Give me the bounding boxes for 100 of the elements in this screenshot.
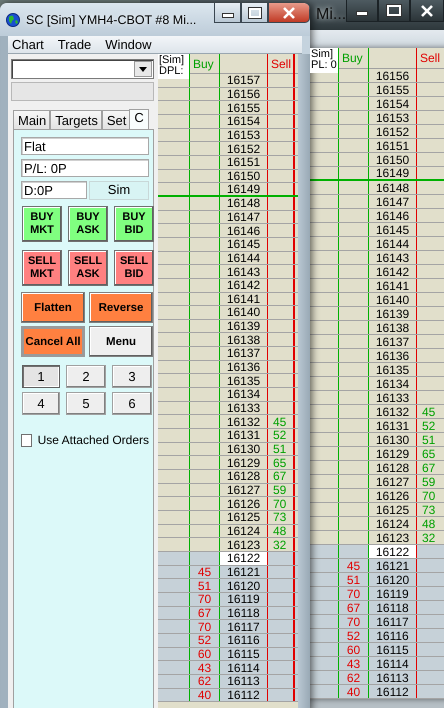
price-cell[interactable]: 16129: [376, 448, 410, 460]
price-cell[interactable]: 16128: [226, 470, 260, 482]
price-cell[interactable]: 16140: [226, 306, 260, 318]
action-button[interactable]: Reverse: [89, 292, 153, 323]
preset-button[interactable]: 5: [66, 392, 106, 415]
price-cell[interactable]: 16120: [226, 580, 260, 592]
price-cell[interactable]: 16119: [376, 588, 409, 600]
price-cell[interactable]: 16138: [376, 322, 410, 334]
price-cell[interactable]: 16112: [227, 688, 260, 701]
price-cell[interactable]: 16137: [376, 336, 410, 348]
action-button[interactable]: Cancel All: [21, 326, 85, 357]
price-cell[interactable]: 16133: [226, 402, 260, 414]
price-cell[interactable]: 16116: [227, 634, 260, 646]
price-cell[interactable]: 16117: [376, 616, 409, 628]
price-cell[interactable]: 16155: [226, 102, 260, 114]
price-cell[interactable]: 16113: [376, 672, 409, 684]
order-button[interactable]: SELL BID: [114, 250, 154, 286]
price-cell[interactable]: 16154: [376, 98, 410, 110]
price-cell[interactable]: 16130: [376, 434, 410, 446]
price-cell[interactable]: 16121: [226, 566, 260, 578]
price-cell[interactable]: 16123: [226, 538, 260, 551]
price-cell[interactable]: 16135: [376, 364, 410, 376]
price-cell[interactable]: 16114: [376, 658, 409, 670]
price-cell[interactable]: 16139: [376, 308, 410, 320]
price-cell[interactable]: 16144: [376, 238, 410, 250]
price-cell[interactable]: 16154: [226, 115, 260, 128]
price-cell[interactable]: 16129: [226, 456, 260, 469]
menu-item[interactable]: Chart: [12, 37, 44, 52]
price-cell[interactable]: 16118: [227, 606, 260, 619]
menu-item[interactable]: Window: [105, 37, 152, 52]
price-cell[interactable]: 16121: [376, 560, 410, 572]
price-cell[interactable]: 16145: [226, 238, 260, 250]
price-cell[interactable]: 16114: [227, 662, 260, 674]
price-cell[interactable]: 16125: [376, 504, 410, 516]
price-cell[interactable]: 16126: [376, 490, 410, 502]
preset-button[interactable]: 3: [112, 365, 152, 388]
price-cell[interactable]: 16151: [226, 156, 260, 168]
price-cell[interactable]: 16133: [376, 392, 410, 404]
menu-item[interactable]: Trade: [58, 37, 92, 52]
price-cell[interactable]: 16144: [226, 252, 260, 264]
price-cell[interactable]: 16145: [376, 224, 410, 236]
price-cell[interactable]: 16136: [226, 361, 260, 374]
price-cell[interactable]: 16141: [376, 280, 410, 292]
price-cell[interactable]: 16152: [376, 126, 410, 138]
price-cell[interactable]: 16124: [376, 518, 410, 530]
price-cell[interactable]: 16149: [226, 183, 260, 196]
tab[interactable]: Main: [13, 110, 50, 129]
price-cell[interactable]: 16120: [376, 574, 410, 586]
price-cell[interactable]: 16139: [226, 320, 260, 332]
price-cell[interactable]: 16142: [376, 266, 410, 278]
price-cell[interactable]: 16143: [226, 266, 260, 278]
price-cell[interactable]: 16148: [226, 197, 260, 210]
price-cell[interactable]: 16131: [376, 420, 410, 432]
price-cell[interactable]: 16137: [226, 347, 260, 360]
price-cell[interactable]: 16115: [376, 644, 409, 656]
price-cell[interactable]: 16126: [226, 498, 260, 510]
price-cell[interactable]: 16156: [226, 88, 260, 100]
price-cell[interactable]: 16157: [226, 74, 260, 86]
order-button[interactable]: SELL MKT: [22, 250, 62, 286]
price-cell[interactable]: 16132: [376, 406, 410, 418]
order-button[interactable]: BUY MKT: [22, 206, 62, 242]
preset-button[interactable]: 4: [22, 392, 60, 415]
price-cell[interactable]: 16132: [226, 416, 260, 428]
price-cell[interactable]: 16146: [376, 210, 410, 222]
price-cell[interactable]: 16116: [376, 630, 409, 642]
price-cell[interactable]: 16131: [226, 429, 260, 442]
price-cell[interactable]: 16136: [376, 350, 410, 362]
price-cell[interactable]: 16128: [376, 462, 410, 474]
tab[interactable]: C: [129, 109, 149, 129]
price-cell[interactable]: 16152: [226, 142, 260, 155]
price-cell[interactable]: 16112: [376, 686, 409, 698]
order-button[interactable]: BUY BID: [114, 206, 154, 242]
price-cell[interactable]: 16135: [226, 374, 260, 387]
price-cell[interactable]: 16151: [376, 140, 410, 152]
price-cell[interactable]: 16138: [226, 334, 260, 346]
price-cell[interactable]: 16147: [226, 210, 260, 223]
price-cell[interactable]: 16150: [376, 154, 410, 166]
price-cell[interactable]: 16141: [226, 292, 260, 305]
price-cell[interactable]: 16146: [226, 224, 260, 237]
price-cell[interactable]: 16147: [376, 196, 410, 208]
price-cell[interactable]: 16124: [226, 524, 260, 537]
price-cell[interactable]: 16153: [376, 112, 410, 124]
price-cell[interactable]: 16127: [376, 476, 410, 488]
price-cell[interactable]: 16140: [376, 294, 410, 306]
price-cell[interactable]: 16148: [376, 182, 410, 194]
price-cell[interactable]: 16118: [376, 602, 409, 614]
tab[interactable]: Set: [102, 110, 130, 129]
price-cell[interactable]: 16127: [226, 484, 260, 496]
price-cell[interactable]: 16119: [227, 593, 260, 606]
preset-button[interactable]: 2: [66, 365, 106, 388]
tab[interactable]: Targets: [50, 110, 102, 129]
action-button[interactable]: Menu: [89, 326, 153, 357]
price-cell[interactable]: 16156: [376, 70, 410, 82]
price-cell[interactable]: 16142: [226, 279, 260, 292]
price-cell[interactable]: 16123: [376, 532, 410, 544]
price-cell[interactable]: 16117: [227, 620, 260, 633]
action-button[interactable]: Flatten: [21, 292, 85, 323]
price-cell[interactable]: 16134: [226, 388, 260, 400]
preset-button[interactable]: 1: [22, 365, 60, 388]
preset-button[interactable]: 6: [112, 392, 152, 415]
